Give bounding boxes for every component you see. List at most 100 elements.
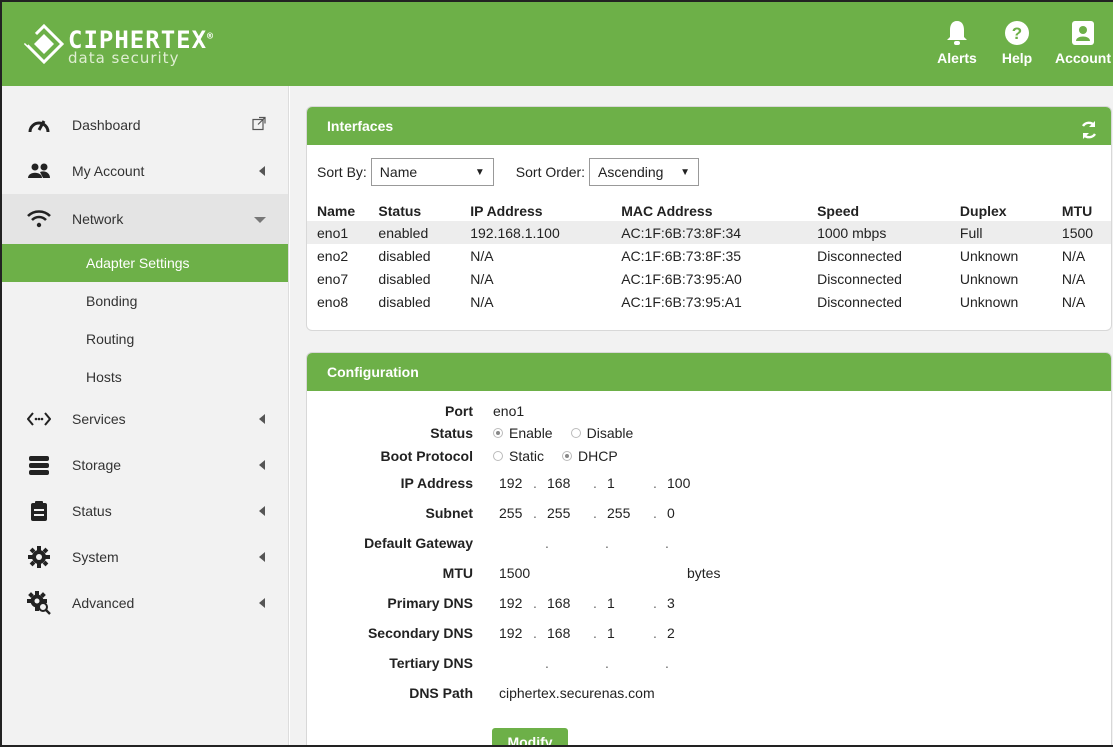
svg-text:?: ? [1012, 24, 1022, 43]
ip-address-input[interactable]: 192. 168. 1. 100 [499, 475, 701, 491]
boot-static-label: Static [509, 448, 545, 464]
table-cell: Disconnected [817, 247, 902, 264]
sidebar-item-advanced[interactable]: Advanced [2, 580, 288, 626]
mtu-input[interactable]: 1500 [499, 565, 530, 581]
top-header: CIPHERTEX® data security Alerts ? Help A… [2, 2, 1113, 86]
sdns-octet-2[interactable]: 168 [547, 625, 581, 641]
form-row-ip-address: IP Address 192. 168. 1. 100 [307, 469, 1111, 497]
sidebar-item-services[interactable]: Services [2, 396, 288, 442]
sort-by-select[interactable]: Name ▼ [370, 158, 494, 186]
boot-dhcp-radio[interactable] [562, 451, 573, 461]
ip-octet-4[interactable]: 100 [667, 475, 701, 491]
sdns-octet-1[interactable]: 192 [499, 625, 533, 641]
subnet-octet-4[interactable]: 0 [667, 505, 701, 521]
user-card-icon [1072, 21, 1094, 45]
table-cell: AC:1F:6B:73:95:A1 [621, 293, 742, 310]
sidebar-item-dashboard[interactable]: Dashboard [2, 102, 288, 148]
help-button[interactable]: ? Help [992, 20, 1042, 66]
table-row[interactable]: eno1 enabled 192.168.1.100 AC:1F:6B:73:8… [307, 221, 1111, 244]
form-row-dns-path: DNS Path ciphertex.securenas.com [307, 679, 1111, 707]
column-header[interactable]: IP Address [470, 199, 621, 221]
interfaces-panel: Interfaces Sort By: Name ▼ Sort Order: A… [306, 106, 1112, 331]
brand-logo[interactable]: CIPHERTEX® data security [24, 22, 224, 70]
server-icon [26, 454, 52, 476]
status-disable-radio[interactable] [570, 428, 581, 438]
wifi-icon [26, 208, 52, 230]
sidebar-item-network[interactable]: Network [2, 194, 288, 244]
form-row-boot-protocol: Boot Protocol Static DHCP [307, 442, 1111, 470]
account-label: Account [1055, 50, 1111, 66]
column-header[interactable]: Speed [817, 199, 960, 221]
configuration-form: Port eno1 Status Enable Disable Boot Pro… [307, 391, 1111, 745]
alerts-button[interactable]: Alerts [927, 20, 987, 66]
table-cell: eno7 [317, 270, 349, 287]
column-header[interactable]: Duplex [960, 199, 1062, 221]
table-cell: Unknown [959, 293, 1019, 310]
table-cell: AC:1F:6B:73:8F:35 [621, 247, 742, 264]
table-row[interactable]: eno7 disabled N/A AC:1F:6B:73:95:A0 Disc… [307, 267, 1111, 290]
table-cell: 192.168.1.100 [470, 221, 622, 244]
sdns-octet-3[interactable]: 1 [607, 625, 641, 641]
chevron-down-icon [254, 211, 266, 227]
subnet-octet-3[interactable]: 255 [607, 505, 641, 521]
brand-tagline: data security [68, 49, 180, 67]
pdns-octet-3[interactable]: 1 [607, 595, 641, 611]
default-gateway-input[interactable]: . . . [499, 535, 713, 551]
sidebar-subitem-bonding[interactable]: Bonding [2, 282, 288, 320]
status-enable-radio[interactable] [493, 428, 503, 438]
sidebar-item-label: Dashboard [72, 117, 141, 133]
sidebar-subitem-routing[interactable]: Routing [2, 320, 288, 358]
sidebar-item-system[interactable]: System [2, 534, 288, 580]
gear-search-icon [26, 591, 52, 615]
column-header[interactable]: Status [378, 199, 470, 221]
table-row[interactable]: eno2 disabled N/A AC:1F:6B:73:8F:35 Disc… [307, 244, 1111, 267]
sidebar-item-status[interactable]: Status [2, 488, 288, 534]
question-icon: ? [1005, 21, 1029, 45]
sidebar-item-label: My Account [72, 163, 145, 179]
chevron-left-icon [258, 549, 266, 565]
pdns-octet-1[interactable]: 192 [499, 595, 533, 611]
sort-by-label: Sort By: [317, 164, 367, 180]
column-header[interactable]: MAC Address [621, 199, 817, 221]
tertiary-dns-input[interactable]: . . . [499, 655, 713, 671]
table-cell: N/A [1061, 270, 1086, 287]
sidebar-item-label: Advanced [72, 595, 135, 611]
subnet-input[interactable]: 255. 255. 255. 0 [499, 505, 701, 521]
configuration-panel: Configuration Port eno1 Status Enable Di… [306, 352, 1112, 745]
sidebar-subitem-adapter-settings[interactable]: Adapter Settings [2, 244, 288, 282]
pdns-octet-2[interactable]: 168 [547, 595, 581, 611]
secondary-dns-input[interactable]: 192. 168. 1. 2 [499, 625, 701, 641]
sort-order-value: Ascending [598, 164, 664, 180]
sidebar-subitem-hosts[interactable]: Hosts [2, 358, 288, 396]
panel-title: Configuration [327, 364, 419, 380]
subnet-octet-1[interactable]: 255 [499, 505, 533, 521]
ip-octet-2[interactable]: 168 [547, 475, 581, 491]
account-button[interactable]: Account [1048, 20, 1113, 66]
modify-button[interactable]: Modify [492, 728, 568, 745]
ip-octet-1[interactable]: 192 [499, 475, 533, 491]
sidebar-item-my-account[interactable]: My Account [2, 148, 288, 194]
table-cell: N/A [470, 293, 494, 310]
status-label: Status [430, 425, 473, 441]
column-header[interactable]: MTU [1062, 199, 1111, 221]
sort-order-select[interactable]: Ascending ▼ [589, 158, 700, 186]
port-label: Port [445, 403, 473, 419]
column-header[interactable]: Name [307, 199, 378, 221]
refresh-icon[interactable] [1079, 116, 1099, 154]
dns-path-input[interactable]: ciphertex.securenas.com [499, 685, 655, 701]
primary-dns-input[interactable]: 192. 168. 1. 3 [499, 595, 701, 611]
table-row[interactable]: eno8 disabled N/A AC:1F:6B:73:95:A1 Disc… [307, 290, 1111, 313]
sidebar-item-storage[interactable]: Storage [2, 442, 288, 488]
pdns-octet-4[interactable]: 3 [667, 595, 701, 611]
clipboard-icon [26, 500, 52, 522]
table-cell: N/A [1061, 247, 1086, 264]
sort-order-label: Sort Order: [515, 164, 586, 180]
sdns-octet-4[interactable]: 2 [667, 625, 701, 641]
boot-static-radio[interactable] [493, 451, 503, 461]
external-link-icon [252, 116, 266, 134]
table-cell: N/A [470, 270, 494, 287]
boot-protocol-radio-group: Static DHCP [493, 448, 636, 464]
table-cell: Disconnected [817, 293, 902, 310]
ip-octet-3[interactable]: 1 [607, 475, 641, 491]
subnet-octet-2[interactable]: 255 [547, 505, 581, 521]
